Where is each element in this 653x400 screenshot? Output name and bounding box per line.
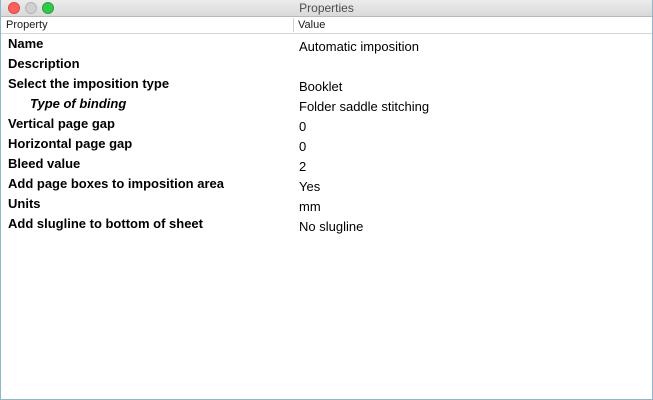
column-header-value[interactable]: Value — [298, 18, 325, 32]
property-row-units[interactable]: Units mm — [1, 194, 652, 214]
column-divider[interactable] — [293, 18, 294, 32]
property-value[interactable]: Booklet — [299, 79, 342, 94]
properties-window: Properties Property Value Name Automatic… — [0, 0, 653, 400]
property-name: Description — [8, 56, 80, 71]
property-name: Add slugline to bottom of sheet — [8, 216, 203, 231]
property-row-bleed-value[interactable]: Bleed value 2 — [1, 154, 652, 174]
property-name: Units — [8, 196, 41, 211]
column-header: Property Value — [1, 17, 652, 34]
property-name: Name — [8, 36, 44, 51]
title-bar[interactable]: Properties — [1, 0, 652, 17]
property-name: Add page boxes to imposition area — [8, 176, 224, 191]
property-value[interactable]: Yes — [299, 179, 320, 194]
property-value[interactable]: 2 — [299, 159, 306, 174]
property-value[interactable]: Folder saddle stitching — [299, 99, 429, 114]
property-value[interactable]: 0 — [299, 139, 306, 154]
property-name: Select the imposition type — [8, 76, 170, 91]
property-list: Name Automatic imposition Description Se… — [1, 34, 652, 234]
property-value[interactable]: mm — [299, 199, 321, 214]
property-row-horizontal-page-gap[interactable]: Horizontal page gap 0 — [1, 134, 652, 154]
property-row-imposition-type[interactable]: Select the imposition type Booklet — [1, 74, 652, 94]
property-row-description[interactable]: Description — [1, 54, 652, 74]
property-value[interactable]: Automatic imposition — [299, 39, 419, 54]
property-row-vertical-page-gap[interactable]: Vertical page gap 0 — [1, 114, 652, 134]
property-name: Type of binding — [30, 96, 127, 111]
property-name: Vertical page gap — [8, 116, 115, 131]
property-name: Horizontal page gap — [8, 136, 133, 151]
property-row-add-page-boxes[interactable]: Add page boxes to imposition area Yes — [1, 174, 652, 194]
column-header-property[interactable]: Property — [6, 18, 48, 32]
property-value[interactable]: 0 — [299, 119, 306, 134]
window-title: Properties — [299, 1, 354, 15]
property-row-slugline[interactable]: Add slugline to bottom of sheet No slugl… — [1, 214, 652, 234]
property-value[interactable]: No slugline — [299, 219, 363, 234]
property-name: Bleed value — [8, 156, 81, 171]
property-row-type-of-binding[interactable]: Type of binding Folder saddle stitching — [1, 94, 652, 114]
property-row-name[interactable]: Name Automatic imposition — [1, 34, 652, 54]
